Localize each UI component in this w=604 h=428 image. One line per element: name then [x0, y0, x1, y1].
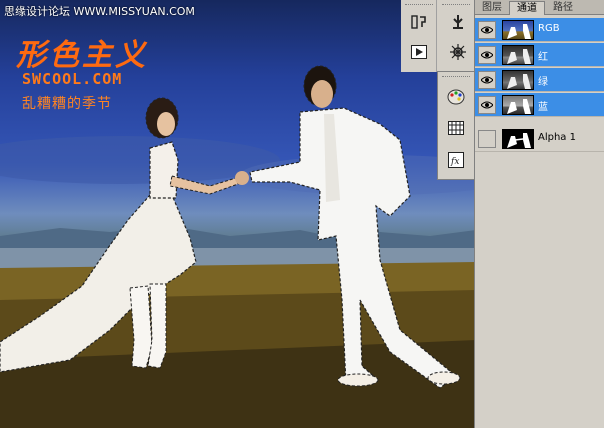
tab-layers[interactable]: 图层	[477, 1, 507, 15]
channels-panel: 图层 通道 路径 RGB 红 绿 蓝 Alpha 1	[474, 0, 604, 428]
logo-tagline: 乱糟糟的季节	[22, 96, 112, 112]
channel-label: RGB	[538, 23, 560, 34]
styles-fx-icon[interactable]: fx	[445, 149, 467, 171]
channel-thumbnail	[502, 45, 534, 65]
clone-source-icon[interactable]	[447, 11, 469, 33]
palette-icon[interactable]	[445, 86, 467, 108]
channel-thumbnail	[502, 95, 534, 115]
dock-grip[interactable]	[405, 4, 433, 6]
dock-left	[401, 0, 437, 72]
eye-icon[interactable]	[478, 21, 496, 39]
channel-row-rgb[interactable]: RGB	[475, 18, 604, 42]
channel-thumbnail	[502, 129, 534, 149]
dock-grip[interactable]	[442, 76, 470, 78]
svg-text:fx: fx	[450, 157, 459, 167]
actions-play-icon[interactable]	[408, 41, 430, 63]
channel-label: 红	[538, 52, 548, 63]
eye-icon[interactable]	[478, 96, 496, 114]
tab-paths[interactable]: 路径	[547, 1, 579, 15]
panel-tabs: 图层 通道 路径	[475, 0, 604, 15]
dock-grip[interactable]	[442, 4, 470, 6]
channel-row-alpha[interactable]: Alpha 1	[475, 126, 604, 152]
channel-label: 蓝	[538, 102, 548, 113]
swatches-grid-icon[interactable]	[445, 117, 467, 139]
tab-channels[interactable]: 通道	[509, 1, 545, 15]
logo-subtitle: SWCOOL.COM	[22, 70, 123, 88]
history-icon[interactable]	[408, 11, 430, 33]
dock-mid: fx	[437, 72, 474, 180]
eye-icon[interactable]	[478, 71, 496, 89]
channel-row-blue[interactable]: 蓝	[475, 93, 604, 117]
watermark-text: 思缘设计论坛 WWW.MISSYUAN.COM	[4, 5, 195, 18]
eye-icon[interactable]	[478, 46, 496, 64]
logo-title: 形色主义	[16, 38, 148, 73]
channel-label: 绿	[538, 77, 548, 88]
channel-row-red[interactable]: 红	[475, 43, 604, 67]
channel-row-green[interactable]: 绿	[475, 68, 604, 92]
navigator-icon[interactable]	[447, 41, 469, 63]
channel-thumbnail	[502, 20, 534, 40]
visibility-toggle[interactable]	[478, 130, 496, 148]
channel-label: Alpha 1	[538, 132, 576, 143]
channel-thumbnail	[502, 70, 534, 90]
